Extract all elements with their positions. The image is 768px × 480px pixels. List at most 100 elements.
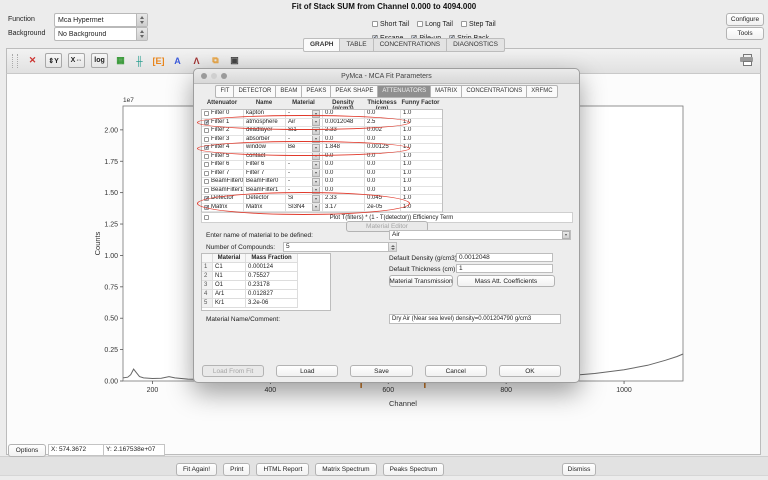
thickness-cell[interactable]: 0.0 bbox=[365, 153, 401, 162]
thickness-cell[interactable]: 0.00125 bbox=[365, 144, 401, 153]
minimize-window-icon[interactable] bbox=[211, 73, 217, 79]
dialog-tab-attenuators[interactable]: ATTENUATORS bbox=[378, 85, 431, 98]
matrix-spectrum-button[interactable]: Matrix Spectrum bbox=[315, 463, 376, 476]
attenuator-checkbox[interactable] bbox=[204, 179, 209, 184]
attenuator-checkbox[interactable] bbox=[204, 154, 209, 159]
thickness-cell[interactable]: 0.002 bbox=[365, 127, 401, 136]
dismiss-button[interactable]: Dismiss bbox=[562, 463, 596, 476]
y-autoscale-icon[interactable]: ⇕Y bbox=[45, 53, 62, 68]
attenuator-checkbox[interactable] bbox=[204, 128, 209, 133]
attenuator-checkbox[interactable] bbox=[204, 196, 209, 201]
material-cell[interactable]: -▾ bbox=[286, 178, 323, 187]
name-cell[interactable]: Filter 6 bbox=[244, 161, 286, 170]
compound-row[interactable]: 3O10.23178 bbox=[202, 281, 330, 290]
material-cell[interactable]: Be▾ bbox=[286, 144, 323, 153]
density-cell[interactable]: 0.0 bbox=[323, 187, 365, 196]
tab-concentrations[interactable]: CONCENTRATIONS bbox=[374, 38, 448, 52]
table-row[interactable]: Filter 7Filter 7-▾0.00.01.0 bbox=[202, 170, 442, 179]
table-row[interactable]: Filter 1atmosphereAir▾0.00120482.51.0 bbox=[202, 119, 442, 128]
name-cell[interactable]: Filter 7 bbox=[244, 170, 286, 179]
material-cell[interactable]: SI3N4▾ bbox=[286, 204, 323, 213]
tab-table[interactable]: TABLE bbox=[340, 38, 373, 52]
name-cell[interactable]: kapton bbox=[244, 110, 286, 119]
dialog-tab-peak-shape[interactable]: PEAK SHAPE bbox=[331, 85, 378, 98]
attenuator-cell[interactable]: Filter 1 bbox=[202, 119, 244, 128]
density-cell[interactable]: 2.33 bbox=[323, 195, 365, 204]
table-row[interactable]: Filter 0kapton-▾0.00.01.0 bbox=[202, 110, 442, 119]
ok-button[interactable]: OK bbox=[499, 365, 561, 377]
name-cell[interactable]: Matrix bbox=[244, 204, 286, 213]
material-cell[interactable]: -▾ bbox=[286, 161, 323, 170]
configure-button[interactable]: Configure bbox=[726, 13, 764, 26]
attenuator-checkbox[interactable] bbox=[204, 111, 209, 116]
attenuator-cell[interactable]: Filter 7 bbox=[202, 170, 244, 179]
density-cell[interactable]: 3.17 bbox=[323, 204, 365, 213]
attenuator-cell[interactable]: BeamFilter0 bbox=[202, 178, 244, 187]
density-cell[interactable]: 0.0 bbox=[323, 170, 365, 179]
material-transmission-button[interactable]: Material Transmission bbox=[389, 275, 453, 287]
funny-factor-cell[interactable]: 1.0 bbox=[401, 170, 442, 179]
energy-axis-icon[interactable]: [E] bbox=[152, 54, 165, 67]
peaks-spectrum-button[interactable]: Peaks Spectrum bbox=[383, 463, 445, 476]
table-row[interactable]: BeamFilter0BeamFilter0-▾0.00.01.0 bbox=[202, 178, 442, 187]
compound-row[interactable]: 2N10.75527 bbox=[202, 272, 330, 281]
funny-factor-cell[interactable]: 1.0 bbox=[401, 136, 442, 145]
compound-material-cell[interactable]: O1 bbox=[213, 281, 246, 290]
print-button[interactable]: Print bbox=[223, 463, 250, 476]
mass-fraction-cell[interactable]: 3.2e-06 bbox=[246, 299, 298, 308]
table-row[interactable]: MatrixMatrixSI3N4▾3.172e-051.0 bbox=[202, 204, 442, 213]
combo-arrow-icon[interactable]: ▾ bbox=[312, 119, 320, 127]
material-cell[interactable]: -▾ bbox=[286, 187, 323, 196]
peaks-search-icon[interactable]: Λ bbox=[190, 54, 203, 67]
attenuator-checkbox[interactable] bbox=[204, 162, 209, 167]
name-cell[interactable]: contact bbox=[244, 153, 286, 162]
table-row[interactable]: DetectorDetectorSi▾2.330.0451.0 bbox=[202, 195, 442, 204]
mass-fraction-cell[interactable]: 0.012827 bbox=[246, 290, 298, 299]
material-cell[interactable]: Si1▾ bbox=[286, 127, 323, 136]
dialog-tab-peaks[interactable]: PEAKS bbox=[302, 85, 331, 98]
default-density-field[interactable]: 0.0012048 bbox=[456, 253, 553, 262]
default-thickness-field[interactable]: 1 bbox=[456, 264, 553, 273]
density-cell[interactable]: 0.0 bbox=[323, 153, 365, 162]
attenuator-cell[interactable]: Filter 5 bbox=[202, 153, 244, 162]
dialog-tab-concentrations[interactable]: CONCENTRATIONS bbox=[462, 85, 527, 98]
dialog-titlebar[interactable]: PyMca - MCA Fit Parameters bbox=[194, 69, 579, 84]
attenuator-cell[interactable]: Matrix bbox=[202, 204, 244, 213]
combo-arrow-icon[interactable]: ▾ bbox=[312, 127, 320, 135]
log-scale-icon[interactable]: log bbox=[91, 53, 108, 68]
thickness-cell[interactable]: 0.0 bbox=[365, 136, 401, 145]
table-row[interactable]: Filter 3absorber-▾0.00.01.0 bbox=[202, 136, 442, 145]
dialog-tab-xrfmc[interactable]: XRFMC bbox=[527, 85, 557, 98]
fit-icon[interactable]: A bbox=[171, 54, 184, 67]
combo-arrow-icon[interactable]: ▾ bbox=[312, 187, 320, 195]
compound-row[interactable]: 4Ar10.012827 bbox=[202, 290, 330, 299]
funny-factor-cell[interactable]: 1.0 bbox=[401, 153, 442, 162]
dialog-tab-beam[interactable]: BEAM bbox=[276, 85, 302, 98]
toolbar-drag-handle[interactable] bbox=[12, 54, 18, 68]
name-cell[interactable]: BeamFilter1 bbox=[244, 187, 286, 196]
density-cell[interactable]: 0.0012048 bbox=[323, 119, 365, 128]
combo-arrow-icon[interactable]: ▾ bbox=[312, 161, 320, 169]
combo-arrow-icon[interactable]: ▾ bbox=[312, 153, 320, 161]
thickness-cell[interactable]: 0.0 bbox=[365, 178, 401, 187]
save-button[interactable]: Save bbox=[350, 365, 412, 377]
name-cell[interactable]: window bbox=[244, 144, 286, 153]
attenuator-cell[interactable]: Filter 3 bbox=[202, 136, 244, 145]
thickness-cell[interactable]: 2e-05 bbox=[365, 204, 401, 213]
attenuator-cell[interactable]: Filter 2 bbox=[202, 127, 244, 136]
name-cell[interactable]: deadlayer bbox=[244, 127, 286, 136]
copy-clipboard-icon[interactable]: ⧉ bbox=[209, 54, 222, 67]
cancel-button[interactable]: Cancel bbox=[425, 365, 487, 377]
mass-att-coefficients-button[interactable]: Mass Att. Coefficients bbox=[457, 275, 555, 287]
attenuator-checkbox[interactable] bbox=[204, 145, 209, 150]
density-cell[interactable]: 2.33 bbox=[323, 127, 365, 136]
dialog-tab-detector[interactable]: DETECTOR bbox=[234, 85, 276, 98]
funny-factor-cell[interactable]: 1.0 bbox=[401, 144, 442, 153]
dialog-tab-fit[interactable]: FIT bbox=[215, 85, 234, 98]
density-cell[interactable]: 0.0 bbox=[323, 161, 365, 170]
attenuator-cell[interactable]: Filter 4 bbox=[202, 144, 244, 153]
tools-button[interactable]: Tools bbox=[726, 27, 764, 40]
combo-arrow-icon[interactable]: ▾ bbox=[312, 178, 320, 186]
options-button[interactable]: Options bbox=[8, 444, 46, 457]
attenuator-checkbox[interactable] bbox=[204, 120, 209, 125]
